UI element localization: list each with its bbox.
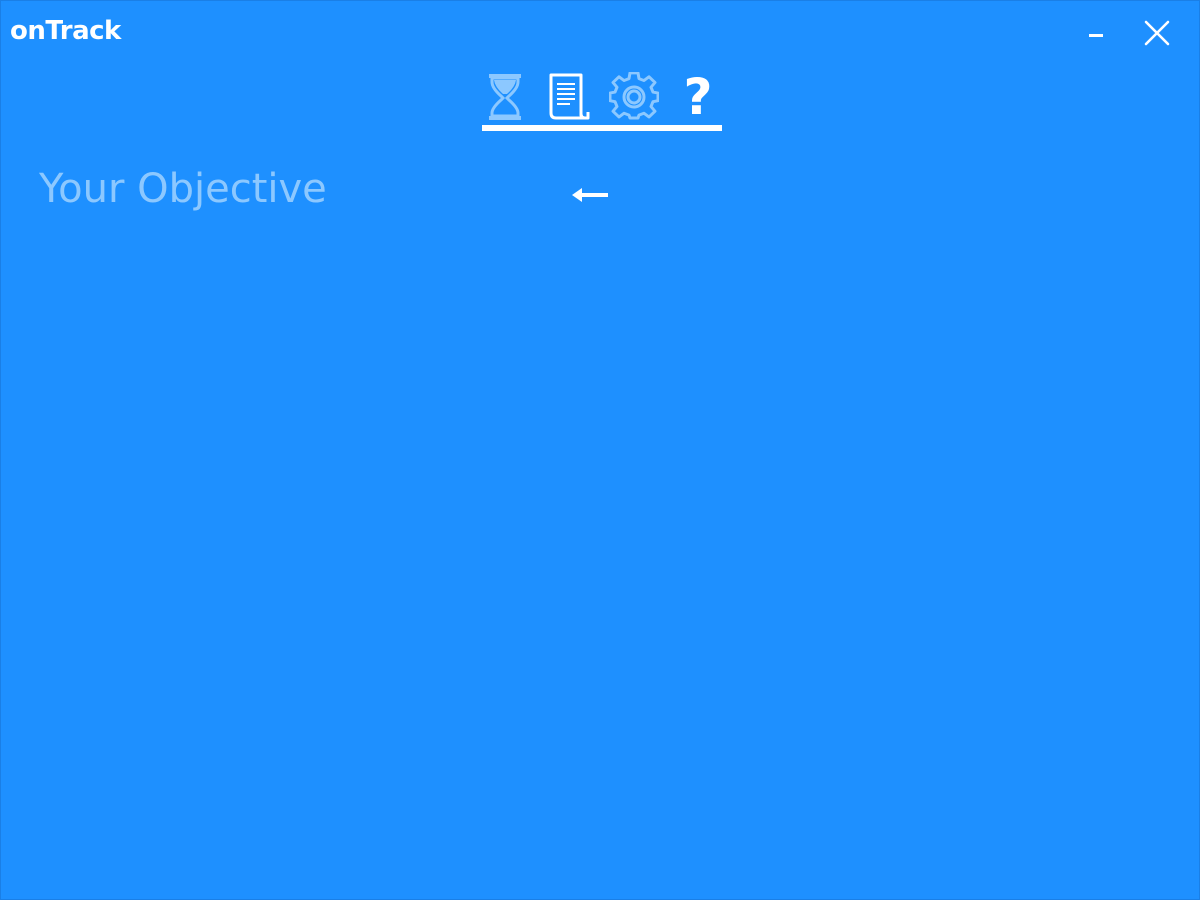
back-button[interactable] xyxy=(566,179,614,211)
close-button[interactable] xyxy=(1137,13,1177,53)
settings-tab[interactable] xyxy=(609,71,659,123)
objective-input[interactable]: Your Objective xyxy=(39,163,327,215)
timer-tab[interactable] xyxy=(480,71,530,123)
active-tab-indicator xyxy=(482,125,722,131)
app-title: onTrack xyxy=(10,16,121,46)
document-icon xyxy=(549,73,590,120)
minimize-icon xyxy=(1089,34,1103,37)
minimize-button[interactable] xyxy=(1077,13,1117,53)
question-mark-icon: ? xyxy=(683,68,713,126)
log-tab[interactable] xyxy=(543,71,593,123)
help-tab[interactable]: ? xyxy=(673,71,723,123)
app-window: onTrack ? Your Objective xyxy=(0,0,1200,900)
close-icon xyxy=(1144,20,1170,46)
main-toolbar: ? xyxy=(482,71,722,133)
arrow-left-icon xyxy=(572,188,608,202)
gear-icon xyxy=(609,72,659,120)
hourglass-icon xyxy=(489,74,521,120)
